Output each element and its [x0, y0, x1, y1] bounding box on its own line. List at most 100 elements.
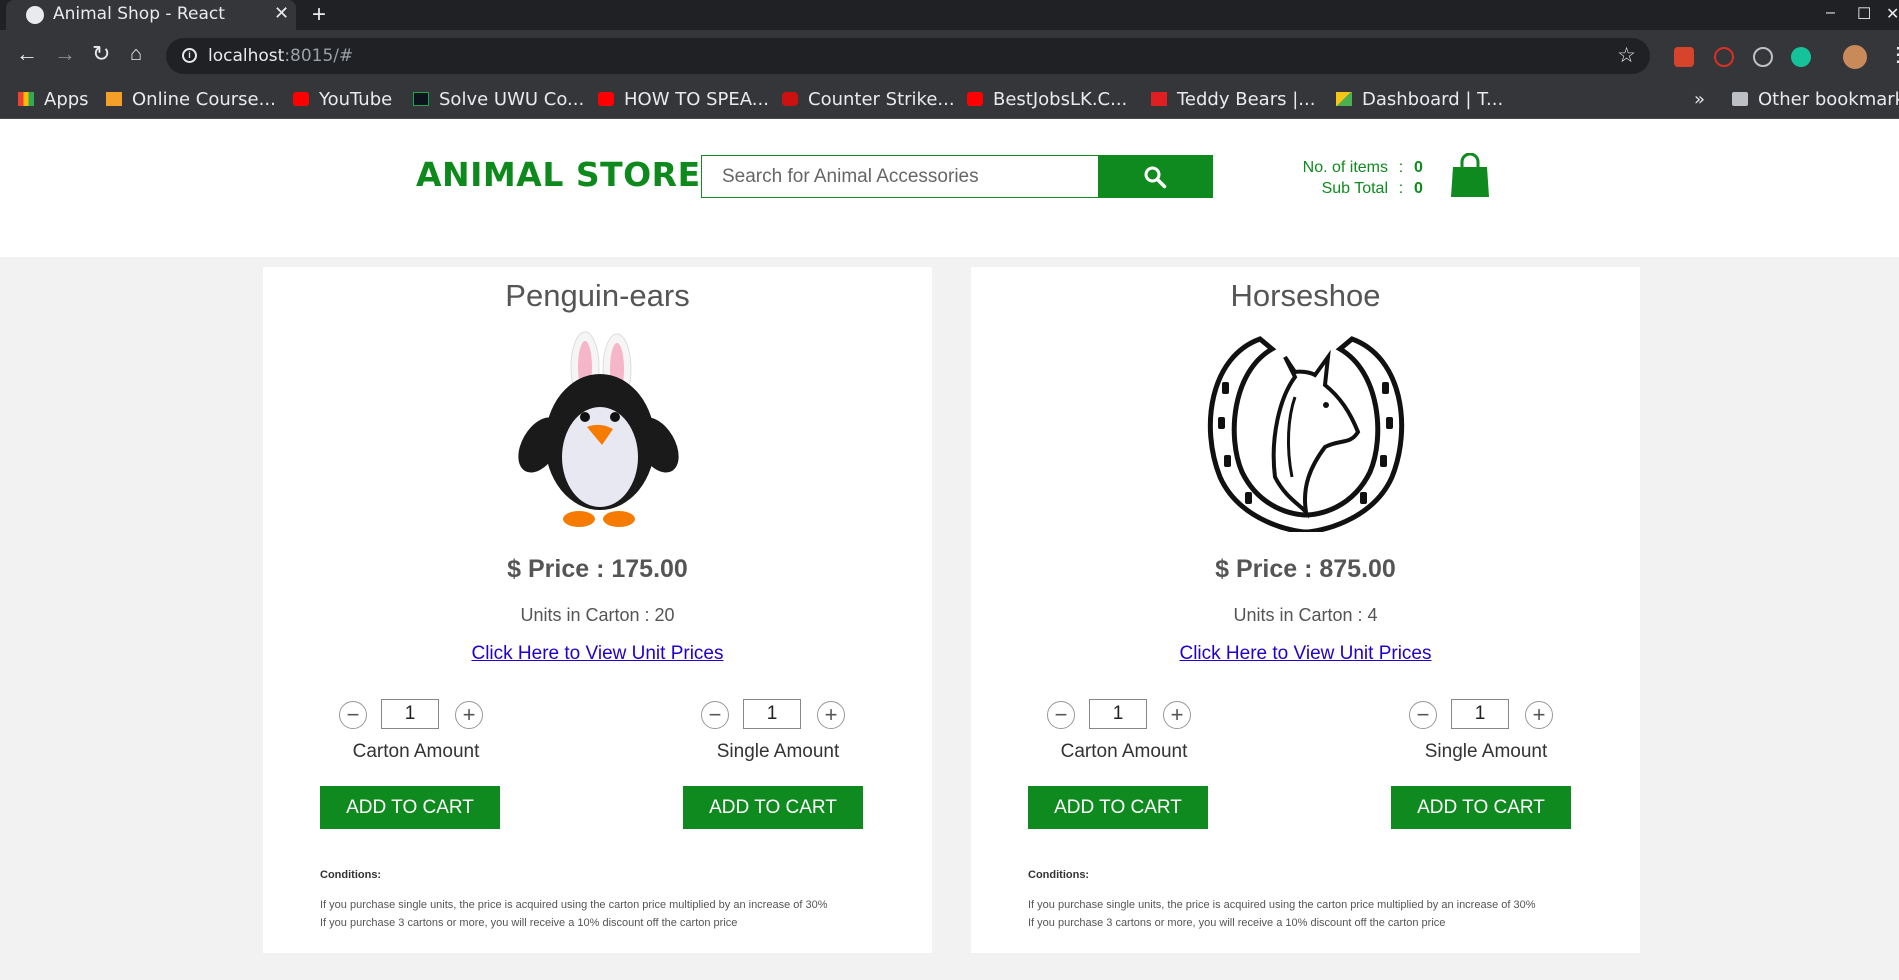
avatar[interactable]: [1843, 45, 1867, 69]
view-unit-prices-link[interactable]: Click Here to View Unit Prices: [263, 643, 932, 665]
bookmarks-bar: Apps Online Course... YouTube Solve UWU …: [0, 83, 1899, 119]
single-quantity-input[interactable]: [1451, 699, 1509, 729]
decrease-single-button[interactable]: −: [701, 701, 729, 729]
add-single-to-cart-button[interactable]: ADD TO CART: [683, 786, 863, 829]
items-value: 0: [1414, 159, 1423, 176]
maximize-icon[interactable]: ☐: [1857, 4, 1871, 24]
increase-carton-button[interactable]: +: [1163, 701, 1191, 729]
adblock-icon[interactable]: [1714, 47, 1734, 67]
browser-toolbar: ← → ↻ ⌂ i localhost:8015/# ☆: [0, 30, 1899, 83]
units-in-carton: Units in Carton : 4: [1233, 605, 1378, 625]
carton-quantity-input[interactable]: [381, 699, 439, 729]
close-tab-icon[interactable]: ✕: [274, 3, 289, 24]
increase-single-button[interactable]: +: [1525, 701, 1553, 729]
increase-single-button[interactable]: +: [817, 701, 845, 729]
product-card-penguin-ears: Penguin-ears $ Price : 175.00 Units in C…: [263, 267, 932, 953]
folder-icon: [1732, 92, 1748, 106]
teddy-site-icon: [1151, 92, 1167, 106]
address-bar[interactable]: i localhost:8015/# ☆: [166, 38, 1650, 74]
decrease-carton-button[interactable]: −: [1047, 701, 1075, 729]
single-quantity-input[interactable]: [743, 699, 801, 729]
single-amount-label: Single Amount: [1424, 741, 1548, 762]
other-bookmarks[interactable]: Other bookmarks: [1732, 89, 1899, 110]
condition-single-units: If you purchase single units, the price …: [320, 899, 828, 911]
apps-grid-icon: [18, 92, 34, 106]
bookmark-youtube[interactable]: YouTube: [293, 89, 392, 110]
bookmark-apps[interactable]: Apps: [18, 89, 89, 110]
carton-amount-label: Carton Amount: [352, 741, 480, 762]
carton-quantity-input[interactable]: [1089, 699, 1147, 729]
add-carton-to-cart-button[interactable]: ADD TO CART: [320, 786, 500, 829]
increase-carton-button[interactable]: +: [455, 701, 483, 729]
youtube-icon: [293, 92, 309, 106]
url-text: localhost:8015/#: [208, 46, 354, 66]
bookmark-how-to-speak[interactable]: HOW TO SPEA...: [598, 89, 769, 110]
subtotal-row: Sub Total:0: [1292, 178, 1432, 199]
carton-amount-label: Carton Amount: [1060, 741, 1188, 762]
extension-icon[interactable]: [1674, 47, 1694, 67]
bookmark-teddy-bears[interactable]: Teddy Bears |...: [1151, 89, 1315, 110]
grammarly-icon[interactable]: [1791, 47, 1811, 67]
reload-icon[interactable]: ↻: [92, 43, 110, 65]
items-count-row: No. of items:0: [1292, 157, 1432, 178]
extension-circle-icon[interactable]: [1753, 47, 1773, 67]
browser-tab-bar: Animal Shop - React ✕ + – ☐ ✕: [0, 0, 1899, 30]
menu-icon[interactable]: ⋮: [1888, 42, 1899, 66]
bookmark-solve-uwu[interactable]: Solve UWU Co...: [413, 89, 584, 110]
search-button[interactable]: [1098, 155, 1213, 198]
condition-single-units: If you purchase single units, the price …: [1028, 899, 1536, 911]
close-window-icon[interactable]: ✕: [1886, 4, 1899, 24]
bookmark-star-icon[interactable]: ☆: [1617, 43, 1636, 68]
subtotal-value: 0: [1414, 180, 1423, 197]
more-bookmarks-chevron-icon[interactable]: »: [1694, 89, 1705, 110]
units-in-carton: Units in Carton : 20: [520, 605, 675, 625]
decrease-single-button[interactable]: −: [1409, 701, 1437, 729]
shopping-bag-icon[interactable]: [1450, 153, 1490, 199]
conditions-title: Conditions:: [320, 869, 382, 881]
product-name: Horseshoe: [1230, 278, 1381, 313]
conditions-title: Conditions:: [1028, 869, 1090, 881]
dashboard-icon: [1336, 92, 1352, 106]
youtube-icon: [598, 92, 614, 106]
udemy-icon: [106, 92, 122, 106]
forward-icon[interactable]: →: [54, 43, 76, 65]
new-tab-button[interactable]: +: [312, 1, 326, 29]
subtotal-label: Sub Total: [1321, 180, 1388, 197]
product-card-horseshoe: Horseshoe $ Price : 875.00 Units in Cart…: [971, 267, 1640, 953]
site-header: ANIMAL STORE No. of items:0 Sub Total:0: [0, 119, 1899, 257]
single-quantity-stepper: − +: [701, 699, 855, 730]
product-price: $ Price : 175.00: [507, 555, 688, 583]
back-icon[interactable]: ←: [16, 43, 38, 65]
search-icon: [1144, 166, 1167, 189]
tab-title: Animal Shop - React: [53, 4, 225, 24]
penguin-plush-image: [518, 331, 679, 527]
carton-quantity-stepper: − +: [1047, 699, 1201, 730]
add-single-to-cart-button[interactable]: ADD TO CART: [1391, 786, 1571, 829]
horseshoe-image: [1207, 336, 1405, 532]
decrease-carton-button[interactable]: −: [339, 701, 367, 729]
single-quantity-stepper: − +: [1409, 699, 1563, 730]
bookmark-counter-strike[interactable]: Counter Strike...: [782, 89, 955, 110]
site-logo[interactable]: ANIMAL STORE: [416, 155, 701, 194]
globe-icon: [26, 6, 44, 24]
carton-quantity-stepper: − +: [339, 699, 493, 730]
home-icon[interactable]: ⌂: [130, 43, 142, 65]
youtube-icon: [967, 92, 983, 106]
product-price: $ Price : 875.00: [1215, 555, 1396, 583]
single-amount-label: Single Amount: [716, 741, 840, 762]
view-unit-prices-link[interactable]: Click Here to View Unit Prices: [971, 643, 1640, 665]
minimize-icon[interactable]: –: [1826, 4, 1835, 22]
search-input[interactable]: [701, 155, 1099, 198]
page: ANIMAL STORE No. of items:0 Sub Total:0 …: [0, 119, 1899, 980]
site-info-icon[interactable]: i: [182, 48, 197, 63]
bookmark-dashboard[interactable]: Dashboard | T...: [1336, 89, 1503, 110]
bookmark-bestjobs[interactable]: BestJobsLK.C...: [967, 89, 1127, 110]
bookmark-online-course[interactable]: Online Course...: [106, 89, 276, 110]
condition-carton-discount: If you purchase 3 cartons or more, you w…: [1028, 917, 1446, 929]
cart-summary: No. of items:0 Sub Total:0: [1292, 157, 1432, 199]
add-carton-to-cart-button[interactable]: ADD TO CART: [1028, 786, 1208, 829]
items-label: No. of items: [1302, 159, 1388, 176]
gamepad-icon: [782, 92, 798, 106]
product-name: Penguin-ears: [505, 278, 690, 313]
browser-tab[interactable]: Animal Shop - React ✕: [6, 0, 296, 30]
